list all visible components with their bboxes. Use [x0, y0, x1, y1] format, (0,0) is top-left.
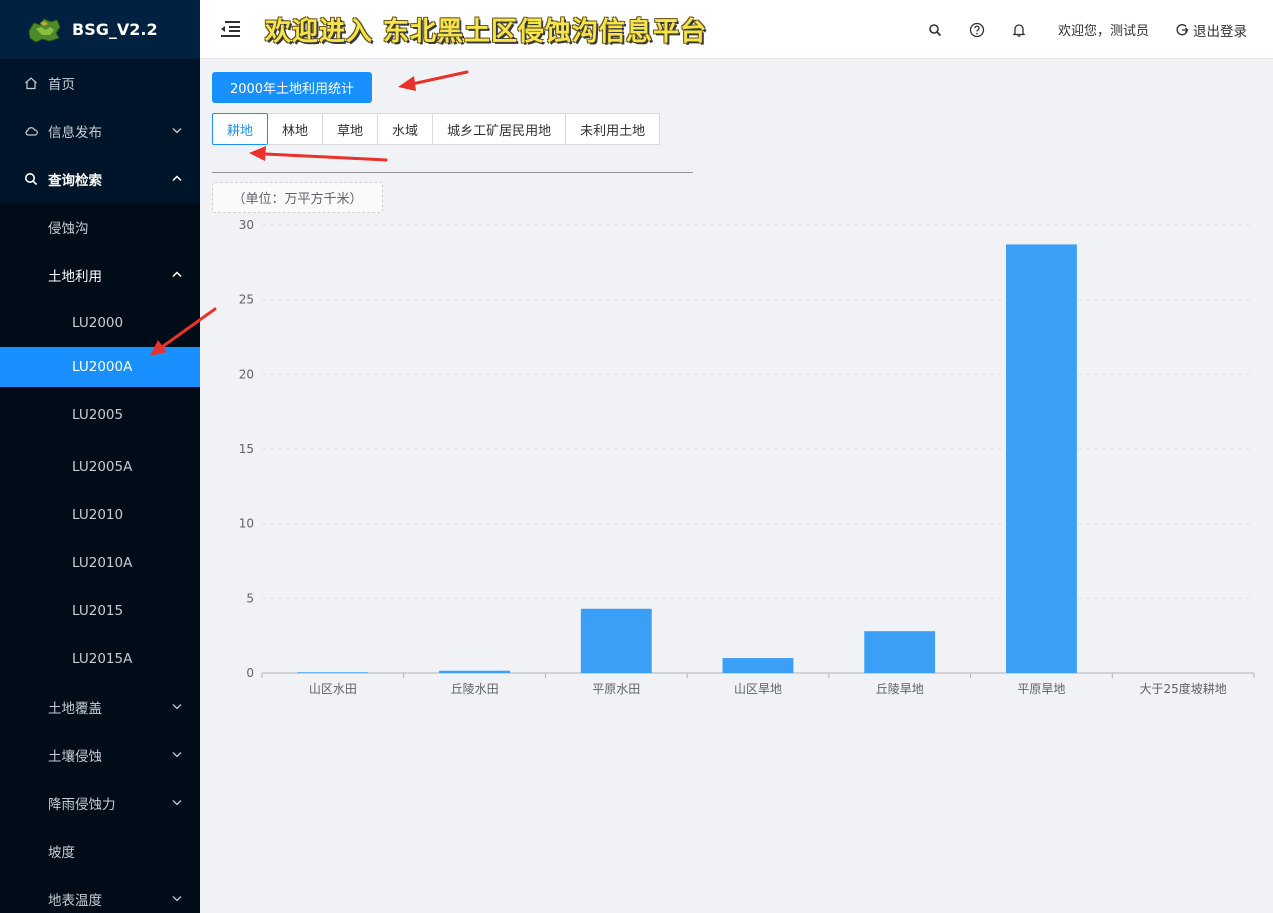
chevron-up-icon	[172, 270, 182, 281]
x-tick-label: 大于25度坡耕地	[1140, 681, 1227, 696]
sidebar-item-label: LU2000A	[72, 359, 133, 375]
sidebar-item-lu2000[interactable]: LU2000	[0, 299, 200, 347]
home-icon	[24, 76, 38, 90]
sidebar-item-label: LU2010A	[72, 555, 133, 571]
bar[interactable]	[580, 608, 652, 673]
cropland-bar-chart: 0 5 10 15 20 25 30 山区水田 丘陵水田 平原水田 山区旱地 丘陵旱地 平原旱地 大于25…	[239, 218, 1255, 696]
sidebar-item-info-publish[interactable]: 信息发布	[0, 107, 200, 155]
sidebar-item-land-cover[interactable]: 土地覆盖	[0, 683, 200, 731]
y-tick-label: 10	[239, 517, 254, 531]
bar[interactable]	[1006, 244, 1077, 673]
sidebar-item-label: 查询检索	[48, 173, 102, 189]
annotation-arrow	[249, 146, 388, 162]
chevron-down-icon	[172, 126, 182, 137]
chevron-down-icon	[172, 750, 182, 761]
sidebar-item-gully[interactable]: 侵蚀沟	[0, 203, 200, 251]
tab-urban-rural-industrial[interactable]: 城乡工矿居民用地	[433, 113, 567, 145]
tab-grassland[interactable]: 草地	[323, 113, 379, 145]
app-title: BSG_V2.2	[72, 20, 158, 39]
tab-water[interactable]: 水域	[378, 113, 434, 145]
sidebar-item-lu2000a[interactable]: LU2000A	[0, 347, 200, 387]
sidebar-item-lu2005a[interactable]: LU2005A	[0, 443, 200, 491]
sidebar-item-lu2015[interactable]: LU2015	[0, 587, 200, 635]
logout-icon	[1175, 23, 1189, 37]
bar[interactable]	[722, 658, 794, 673]
x-tick-label: 平原旱地	[1017, 682, 1065, 696]
sidebar: BSG_V2.2 首页 信息发布 查询检索 侵蚀沟 土地利用 LU2000 LU…	[0, 0, 200, 913]
help-icon[interactable]	[968, 21, 986, 39]
logo[interactable]: BSG_V2.2	[0, 0, 200, 59]
logout-label: 退出登录	[1193, 23, 1247, 40]
sidebar-item-label: 土壤侵蚀	[48, 749, 102, 765]
x-tick-label: 平原水田	[592, 682, 640, 696]
sidebar-item-query[interactable]: 查询检索	[0, 155, 200, 203]
sidebar-item-label: LU2010	[72, 507, 124, 523]
y-tick-label: 20	[239, 367, 254, 381]
sidebar-item-slope[interactable]: 坡度	[0, 827, 200, 875]
bell-icon[interactable]	[1010, 21, 1028, 39]
top-header: 欢迎进入 东北黑土区侵蚀沟信息平台 欢迎您，测试员 退出登录	[200, 0, 1273, 59]
menu-fold-icon[interactable]	[219, 19, 241, 39]
sidebar-item-label: 首页	[48, 77, 75, 93]
sidebar-item-home[interactable]: 首页	[0, 59, 200, 107]
sidebar-item-label: 地表温度	[48, 893, 102, 909]
tab-divider	[212, 172, 693, 173]
sidebar-item-lu2010a[interactable]: LU2010A	[0, 539, 200, 587]
header-actions: 欢迎您，测试员 退出登录	[902, 0, 1247, 59]
search-icon[interactable]	[926, 21, 944, 39]
bar[interactable]	[864, 631, 936, 673]
tab-unused-land[interactable]: 未利用土地	[566, 113, 661, 145]
platform-banner: 欢迎进入 东北黑土区侵蚀沟信息平台	[265, 16, 708, 47]
chevron-down-icon	[172, 702, 182, 713]
tab-forest[interactable]: 林地	[268, 113, 324, 145]
x-tick-label: 山区旱地	[734, 682, 782, 696]
welcome-text: 欢迎您，测试员	[1057, 24, 1149, 39]
sidebar-item-lu2005[interactable]: LU2005	[0, 387, 200, 443]
land-type-tabs: 耕地 林地 草地 水域 城乡工矿居民用地 未利用土地	[212, 113, 661, 145]
chevron-down-icon	[172, 798, 182, 809]
chevron-up-icon	[172, 174, 182, 185]
sidebar-item-label: 信息发布	[48, 125, 102, 141]
chevron-down-icon	[172, 894, 182, 905]
x-tick-label: 山区水田	[309, 682, 357, 696]
bar[interactable]	[297, 672, 369, 673]
sidebar-item-lu2010[interactable]: LU2010	[0, 491, 200, 539]
sidebar-item-label: LU2015	[72, 603, 124, 619]
sidebar-item-label: LU2005	[72, 407, 124, 423]
sidebar-item-label: 土地覆盖	[48, 701, 102, 717]
search-icon	[24, 172, 38, 186]
y-tick-label: 30	[239, 218, 254, 232]
sidebar-item-lu2015a[interactable]: LU2015A	[0, 635, 200, 683]
tab-cropland[interactable]: 耕地	[212, 113, 269, 145]
sidebar-item-label: LU2005A	[72, 459, 133, 475]
y-tick-label: 5	[246, 591, 254, 605]
sidebar-item-surface-temp[interactable]: 地表温度	[0, 875, 200, 913]
annotation-arrow	[398, 70, 469, 91]
sidebar-item-label: 坡度	[48, 845, 75, 861]
sidebar-item-label: LU2015A	[72, 651, 133, 667]
sidebar-item-soil-erosion[interactable]: 土壤侵蚀	[0, 731, 200, 779]
logout-button[interactable]: 退出登录	[1175, 20, 1247, 40]
sidebar-item-label: 侵蚀沟	[48, 221, 89, 237]
sidebar-item-rainfall-erosivity[interactable]: 降雨侵蚀力	[0, 779, 200, 827]
cloud-icon	[24, 124, 38, 138]
y-tick-label: 15	[239, 442, 254, 456]
y-tick-label: 25	[239, 293, 254, 307]
bar[interactable]	[439, 670, 510, 673]
x-tick-label: 丘陵水田	[451, 682, 499, 696]
y-tick-label: 0	[246, 666, 254, 680]
sidebar-item-label: 降雨侵蚀力	[48, 797, 116, 813]
x-tick-label: 丘陵旱地	[876, 682, 924, 696]
map-logo-icon	[26, 15, 62, 45]
land-use-stat-button[interactable]: 2000年土地利用统计	[212, 72, 372, 103]
sidebar-item-label: LU2000	[72, 315, 124, 331]
unit-label: （单位：万平方千米）	[212, 182, 383, 213]
sidebar-item-label: 土地利用	[48, 269, 102, 285]
sidebar-item-land-use[interactable]: 土地利用	[0, 251, 200, 299]
